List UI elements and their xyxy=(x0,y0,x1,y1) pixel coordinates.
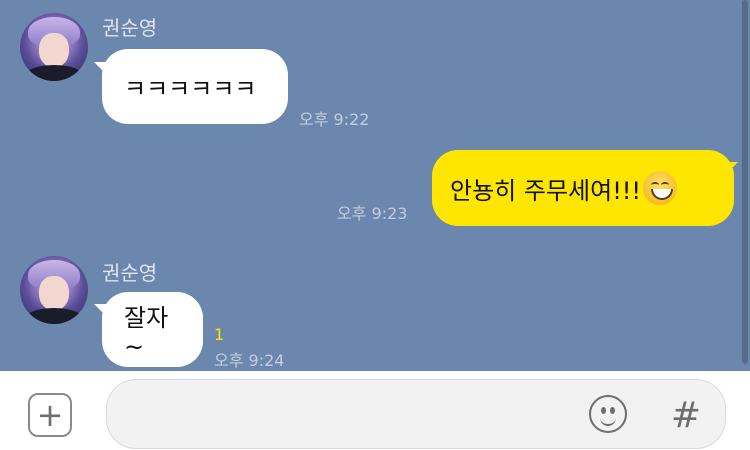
avatar-face xyxy=(39,276,69,310)
plus-square-icon[interactable]: + xyxy=(28,393,72,437)
message-input-bar: + # xyxy=(0,371,750,450)
sender-name: 권순영 xyxy=(102,16,158,40)
hashtag-icon[interactable]: # xyxy=(668,393,704,437)
smile-icon-right-eye xyxy=(610,407,615,414)
message-input[interactable] xyxy=(106,379,726,449)
message-text: 안뇽히 주무세여!!! xyxy=(450,176,642,205)
grinning-face-emoji-icon xyxy=(643,171,678,205)
sender-avatar[interactable] xyxy=(20,13,88,81)
avatar-face xyxy=(39,33,69,67)
bubble-tail xyxy=(724,162,738,176)
avatar-shirt xyxy=(26,65,82,81)
chat-scrollbar[interactable] xyxy=(742,0,748,364)
sender-avatar[interactable] xyxy=(20,256,88,324)
message-bubble[interactable]: 안뇽히 주무세여!!! xyxy=(432,150,734,226)
sender-name: 권순영 xyxy=(102,261,158,285)
message-time: 오후 9:22 xyxy=(299,110,370,129)
message-bubble[interactable]: ㅋㅋㅋㅋㅋㅋ xyxy=(102,49,288,124)
emoji-mouth xyxy=(651,189,674,200)
smile-icon-left-eye xyxy=(601,407,606,414)
message-text: ㅋㅋㅋㅋㅋㅋ xyxy=(124,75,257,103)
message-time: 오후 9:23 xyxy=(337,204,408,223)
message-text: 잘자~ xyxy=(124,304,169,361)
unread-count: 1 xyxy=(214,325,225,344)
chat-area[interactable]: 권순영 ㅋㅋㅋㅋㅋㅋ 오후 9:22 오후 9:23 안뇽히 주무세여!!! 권… xyxy=(0,0,750,371)
message-bubble[interactable]: 잘자~ xyxy=(102,292,203,367)
smile-icon-mouth xyxy=(600,416,616,426)
avatar-shirt xyxy=(26,308,82,324)
smile-icon[interactable] xyxy=(589,395,627,433)
message-time: 오후 9:24 xyxy=(214,351,285,370)
